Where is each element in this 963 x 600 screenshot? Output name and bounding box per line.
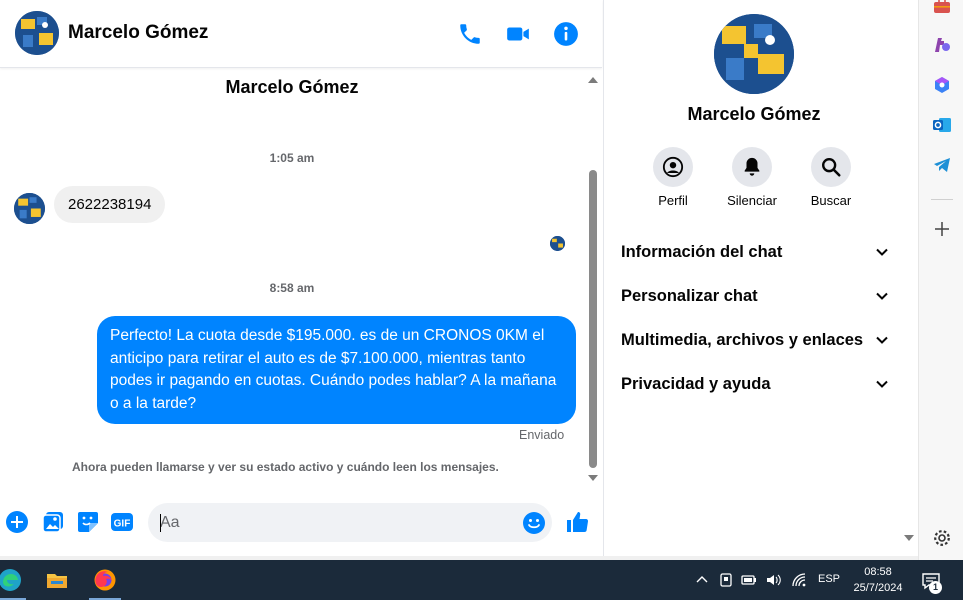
clock-time: 08:58: [864, 566, 892, 578]
photo-gallery-icon[interactable]: [41, 510, 65, 534]
section-label: Personalizar chat: [621, 287, 758, 305]
copilot-icon[interactable]: [932, 75, 952, 95]
read-receipt-avatar: [550, 236, 565, 251]
outgoing-message[interactable]: Perfecto! La cuota desde $195.000. es de…: [97, 316, 576, 424]
conversation-title: Marcelo Gómez: [225, 77, 359, 97]
settings-icon[interactable]: [932, 528, 952, 548]
chevron-up-icon[interactable]: [694, 572, 710, 588]
contact-name[interactable]: Marcelo Gómez: [68, 22, 208, 44]
profile-avatar[interactable]: [714, 14, 794, 94]
profile-icon: [653, 147, 693, 187]
chat-notice: Ahora pueden llamarse y ver su estado ac…: [72, 460, 499, 474]
file-explorer-icon[interactable]: [35, 560, 79, 600]
browser-sidebar: [918, 0, 963, 560]
section-label: Privacidad y ayuda: [621, 375, 771, 393]
plus-circle-icon[interactable]: [5, 510, 29, 534]
section-privacy-help[interactable]: Privacidad y ayuda: [621, 372, 889, 396]
edge-icon[interactable]: [0, 560, 32, 600]
text-cursor: [160, 514, 161, 532]
composer: GIF: [0, 496, 602, 552]
message-list[interactable]: Marcelo Gómez 1:05 am 2622238194 8:58 am…: [0, 69, 588, 486]
volume-icon[interactable]: [765, 572, 781, 588]
scroll-down-arrow[interactable]: [904, 535, 914, 541]
video-camera-icon[interactable]: [505, 21, 531, 47]
telegram-icon[interactable]: [932, 155, 952, 175]
section-customize-chat[interactable]: Personalizar chat: [621, 284, 889, 308]
search-button[interactable]: Buscar: [792, 147, 870, 208]
clock-date: 25/7/2024: [853, 582, 903, 594]
info-icon[interactable]: [553, 21, 579, 47]
system-clock[interactable]: 08:58 25/7/2024: [846, 564, 910, 596]
section-media-files-links[interactable]: Multimedia, archivos y enlaces: [621, 328, 889, 352]
firefox-icon[interactable]: [83, 560, 127, 600]
sidebar-divider: [931, 199, 953, 200]
search-icon: [811, 147, 851, 187]
toolbox-icon[interactable]: [932, 0, 952, 16]
emoji-icon[interactable]: [522, 511, 546, 535]
message-timestamp: 1:05 am: [269, 151, 315, 165]
chevron-down-icon: [876, 248, 888, 256]
scroll-down-arrow[interactable]: [588, 475, 598, 481]
profile-name: Marcelo Gómez: [687, 104, 821, 124]
chat-info-panel: Marcelo Gómez Perfil Silenciar Buscar In…: [603, 0, 918, 556]
contact-avatar[interactable]: [15, 11, 59, 55]
chevron-down-icon: [876, 292, 888, 300]
section-label: Información del chat: [621, 243, 783, 261]
chat-pane: Marcelo Gómez Marcelo Gómez 1:05 am 2622…: [0, 0, 602, 556]
sticker-icon[interactable]: [76, 510, 100, 534]
bell-icon: [732, 147, 772, 187]
thumbs-up-icon[interactable]: [565, 510, 589, 534]
input-language[interactable]: ESP: [818, 573, 840, 585]
gif-label: GIF: [114, 519, 131, 530]
mute-button[interactable]: Silenciar: [713, 147, 791, 208]
outlook-icon[interactable]: [932, 115, 952, 135]
games-icon[interactable]: [932, 35, 952, 55]
tablet-mode-icon[interactable]: [718, 572, 734, 588]
chat-header: Marcelo Gómez: [0, 0, 602, 68]
scrollbar-thumb[interactable]: [589, 170, 597, 468]
section-label: Multimedia, archivos y enlaces: [621, 331, 864, 349]
profile-button[interactable]: Perfil: [634, 147, 712, 208]
message-timestamp: 8:58 am: [269, 281, 315, 295]
phone-icon[interactable]: [457, 21, 483, 47]
battery-icon[interactable]: [741, 572, 757, 588]
section-chat-info[interactable]: Información del chat: [621, 240, 889, 264]
message-input-box[interactable]: [148, 503, 552, 542]
profile-label: Perfil: [658, 193, 688, 208]
notification-badge: 1: [929, 581, 942, 594]
incoming-message[interactable]: 2622238194: [54, 186, 166, 223]
chevron-down-icon: [876, 336, 888, 344]
taskbar: ESP 08:58 25/7/2024 1: [0, 560, 963, 600]
message-status: Enviado: [519, 428, 565, 442]
sender-avatar[interactable]: [14, 193, 45, 224]
message-scrollbar[interactable]: [586, 70, 600, 485]
search-label: Buscar: [810, 193, 852, 208]
mute-label: Silenciar: [727, 193, 777, 208]
chevron-down-icon: [876, 380, 888, 388]
gif-icon[interactable]: GIF: [110, 510, 134, 534]
message-input[interactable]: [160, 503, 510, 542]
scroll-up-arrow[interactable]: [588, 77, 598, 83]
wifi-icon[interactable]: [791, 572, 807, 588]
add-icon[interactable]: [932, 219, 952, 239]
